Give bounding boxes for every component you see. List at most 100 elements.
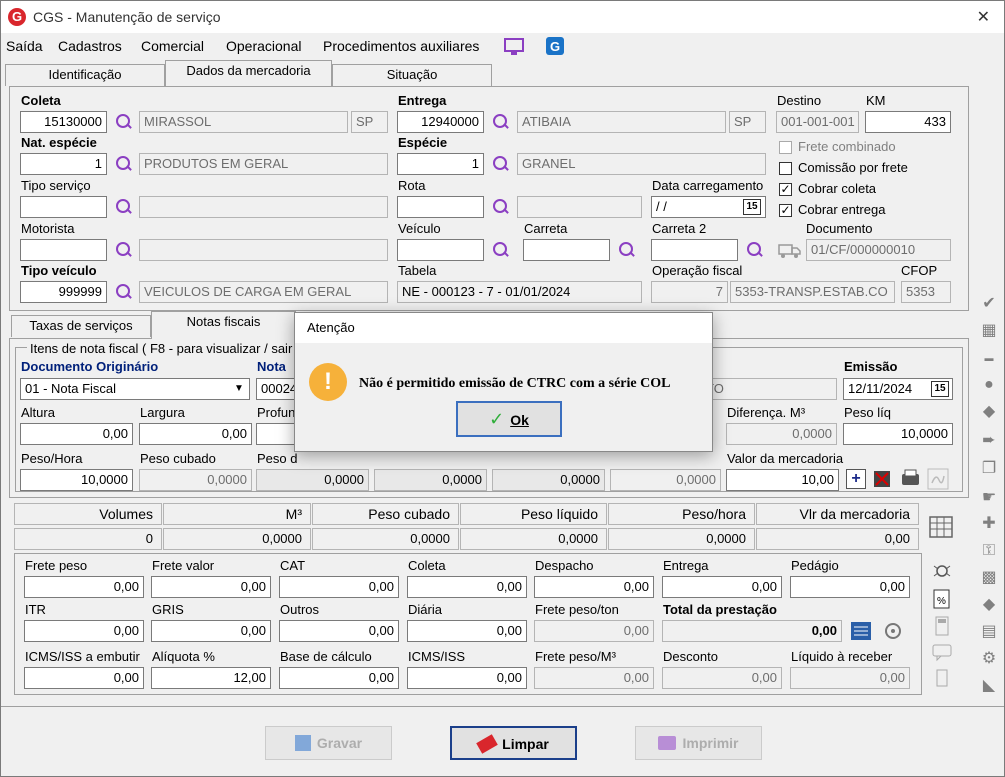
sidebar-diamond-icon[interactable]: ◆ [978, 595, 1000, 615]
sidebar-puzzle-icon[interactable]: ✚ [978, 514, 1000, 534]
chevron-down-icon[interactable]: ▼ [231, 381, 247, 397]
pedagio-input[interactable]: 0,00 [790, 576, 910, 598]
limpar-button[interactable]: Limpar [450, 726, 577, 760]
coleta-code-input[interactable]: 15130000 [20, 111, 107, 133]
especie-label: Espécie [398, 135, 448, 150]
peso-liq-input[interactable]: 10,0000 [843, 423, 953, 445]
tab-notas-fiscais[interactable]: Notas fiscais [151, 311, 296, 339]
icms-embutir-input[interactable]: 0,00 [24, 667, 144, 689]
veiculo-input[interactable] [397, 239, 484, 261]
menu-comercial[interactable]: Comercial [141, 38, 204, 54]
sidebar-circle-icon[interactable]: ● [978, 375, 1000, 395]
peso-hora-input[interactable]: 10,0000 [20, 469, 133, 491]
icms-iss-input[interactable]: 0,00 [407, 667, 527, 689]
small-calc-icon[interactable] [931, 667, 953, 689]
carreta2-search-icon[interactable] [745, 240, 765, 260]
add-nota-icon[interactable]: + [846, 469, 866, 489]
sidebar-hand-icon[interactable]: ☛ [978, 488, 1000, 508]
carreta2-input[interactable] [651, 239, 738, 261]
sidebar-tool-icon-1[interactable]: ▦ [978, 321, 1000, 341]
veiculo-search-icon[interactable] [491, 240, 511, 260]
base-calculo-input[interactable]: 0,00 [279, 667, 399, 689]
despacho-input[interactable]: 0,00 [534, 576, 654, 598]
altura-input[interactable]: 0,00 [20, 423, 133, 445]
tipo-servico-search-icon[interactable] [114, 197, 134, 217]
nat-especie-search-icon[interactable] [114, 154, 134, 174]
rota-input[interactable] [397, 196, 484, 218]
monitor-icon[interactable] [503, 37, 525, 57]
menu-cadastros[interactable]: Cadastros [58, 38, 122, 54]
tipo-veiculo-search-icon[interactable] [114, 282, 134, 302]
sidebar-settings-icon[interactable]: ⚙ [978, 649, 1000, 669]
entrega-code-input[interactable]: 12940000 [397, 111, 484, 133]
motorista-input[interactable] [20, 239, 107, 261]
nota-input[interactable]: 00024 [256, 378, 296, 400]
motorista-search-icon[interactable] [114, 240, 134, 260]
cobrar-entrega-checkbox[interactable]: ✓ [779, 204, 792, 217]
book-calc-icon[interactable] [849, 619, 875, 643]
sidebar-map-icon[interactable]: ◣ [978, 676, 1000, 696]
profundidade-input[interactable] [256, 423, 296, 445]
gris-input[interactable]: 0,00 [151, 620, 271, 642]
bug-icon[interactable] [931, 561, 953, 581]
largura-input[interactable]: 0,00 [139, 423, 252, 445]
cat-input[interactable]: 0,00 [279, 576, 399, 598]
imprimir-button[interactable]: Imprimir [635, 726, 762, 760]
sidebar-eraser-icon[interactable]: ◆ [978, 402, 1000, 422]
sidebar-key-icon[interactable]: ⚿ [978, 541, 1000, 561]
carreta-input[interactable] [523, 239, 610, 261]
ok-button[interactable]: ✓ Ok [456, 401, 562, 437]
calculator-icon[interactable] [931, 615, 953, 637]
comment-icon[interactable] [931, 641, 953, 663]
cobrar-coleta-label: Cobrar coleta [798, 181, 877, 196]
rota-search-icon[interactable] [491, 197, 511, 217]
sidebar-export-icon[interactable]: ➨ [978, 431, 1000, 451]
ciot-icon[interactable]: ▬ [978, 348, 1000, 368]
percent-doc-icon[interactable]: % [931, 588, 953, 610]
tab-taxas-servicos[interactable]: Taxas de serviços [11, 315, 151, 337]
menu-procedimentos[interactable]: Procedimentos auxiliares [323, 38, 479, 54]
valor-mercadoria-input[interactable]: 10,00 [726, 469, 839, 491]
itr-input[interactable]: 0,00 [24, 620, 144, 642]
signature-icon[interactable] [927, 468, 951, 490]
menu-saida[interactable]: Saída [6, 38, 43, 54]
gear-calc-icon[interactable] [881, 619, 907, 643]
coleta-search-icon[interactable] [114, 112, 134, 132]
entrega-search-icon[interactable] [491, 112, 511, 132]
calculator-grid-icon[interactable] [927, 514, 957, 540]
tipo-servico-input[interactable] [20, 196, 107, 218]
tab-dados-mercadoria[interactable]: Dados da mercadoria [165, 60, 332, 86]
entrega-frete-input[interactable]: 0,00 [662, 576, 782, 598]
tab-identificacao[interactable]: Identificação [5, 64, 165, 86]
emissao-calendar-icon[interactable]: 15 [931, 381, 949, 397]
especie-search-icon[interactable] [491, 154, 511, 174]
printer-scan-icon[interactable] [899, 468, 923, 490]
tools-icon[interactable] [871, 468, 895, 490]
tipo-veiculo-code-input[interactable]: 999999 [20, 281, 107, 303]
outros-input[interactable]: 0,00 [279, 620, 399, 642]
doc-originario-select[interactable]: 01 - Nota Fiscal [20, 378, 250, 400]
coleta-frete-input[interactable]: 0,00 [407, 576, 527, 598]
close-icon[interactable]: ✕ [977, 7, 990, 27]
frete-combinado-checkbox[interactable] [779, 141, 792, 154]
frete-valor-input[interactable]: 0,00 [151, 576, 271, 598]
sidebar-book-icon[interactable]: ▤ [978, 622, 1000, 642]
especie-code-input[interactable]: 1 [397, 153, 484, 175]
frete-peso-input[interactable]: 0,00 [24, 576, 144, 598]
aliquota-input[interactable]: 12,00 [151, 667, 271, 689]
app-shortcut-icon[interactable]: G [545, 36, 565, 56]
check-icon[interactable]: ✔ [978, 294, 1000, 314]
sidebar-copy-icon[interactable]: ❐ [978, 459, 1000, 479]
carreta-search-icon[interactable] [617, 240, 637, 260]
sidebar-grid-icon[interactable]: ▩ [978, 568, 1000, 588]
gravar-button[interactable]: Gravar [265, 726, 392, 760]
menu-operacional[interactable]: Operacional [226, 38, 302, 54]
diaria-input[interactable]: 0,00 [407, 620, 527, 642]
nat-especie-code-input[interactable]: 1 [20, 153, 107, 175]
comissao-frete-checkbox[interactable] [779, 162, 792, 175]
cobrar-coleta-checkbox[interactable]: ✓ [779, 183, 792, 196]
calendar-icon[interactable]: 15 [743, 199, 761, 215]
nota-label: Nota [257, 359, 286, 374]
tab-situacao[interactable]: Situação [332, 64, 492, 86]
km-input[interactable]: 433 [865, 111, 951, 133]
